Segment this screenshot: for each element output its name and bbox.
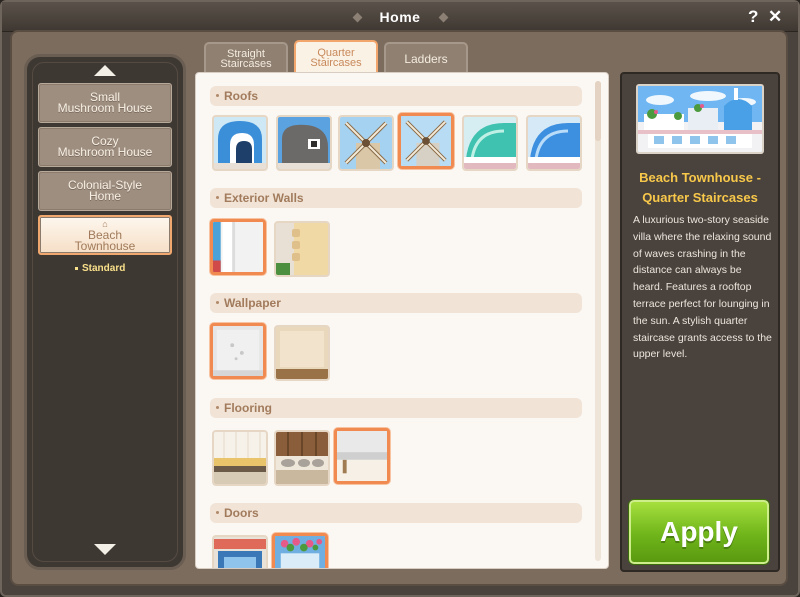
gray-dome-roof-icon: [278, 117, 330, 169]
scroll-down-arrow-icon[interactable]: [94, 544, 116, 555]
tab-label-line2: Staircases: [220, 58, 272, 70]
bullet-icon: [216, 511, 219, 514]
item-title-line1: Beach Townhouse -: [639, 170, 761, 185]
item-description: A luxurious two-story seaside villa wher…: [633, 214, 772, 361]
door-tile-1[interactable]: [212, 535, 268, 568]
bullet-icon: [75, 266, 78, 270]
scrollbar-thumb[interactable]: [595, 81, 601, 141]
roof-tile-2[interactable]: [276, 115, 332, 171]
exterior-wall-tile-1-selected[interactable]: [210, 219, 266, 275]
section-title: Roofs: [224, 89, 258, 103]
variant-label: Standard: [82, 263, 126, 274]
beach-townhouse-preview-icon: [638, 86, 762, 152]
bullet-icon: [216, 301, 219, 304]
wallpaper-tile-1-selected[interactable]: [210, 323, 266, 379]
title-bar[interactable]: Home ? ✕: [2, 2, 798, 32]
house-variant-standard[interactable]: Standard: [75, 263, 125, 274]
flooring-tile-3-selected[interactable]: [334, 428, 390, 484]
blue-dome-roof-icon: [214, 117, 266, 169]
windmill-roof-icon: [340, 117, 392, 169]
close-button[interactable]: ✕: [768, 7, 782, 27]
house-label-line2: Home: [88, 189, 121, 203]
roof-tile-1[interactable]: [212, 115, 268, 171]
white-wallpaper-icon: [213, 326, 263, 376]
house-label-line2: Townhouse: [74, 238, 136, 253]
item-list[interactable]: Roofs Exterior Walls Wallpaper Flooring …: [195, 72, 609, 569]
wood-white-floor-icon: [214, 432, 266, 484]
item-preview-image: [636, 84, 764, 154]
help-button[interactable]: ?: [748, 7, 758, 27]
tab-straight-staircases[interactable]: Straight Staircases: [204, 42, 288, 74]
flower-door-icon: [275, 536, 325, 568]
tab-label-line2: Staircases: [310, 57, 362, 69]
scroll-up-arrow-icon[interactable]: [94, 65, 116, 76]
blue-dome-roof-icon: [528, 117, 580, 169]
house-list-panel: Small Mushroom House Cozy Mushroom House C…: [24, 54, 186, 570]
exterior-wall-tile-2[interactable]: [274, 221, 330, 277]
tab-label: Ladders: [404, 52, 448, 66]
house-beach-townhouse[interactable]: ⌂ Beach Townhouse: [38, 215, 172, 255]
flooring-tile-1[interactable]: [212, 430, 268, 486]
roof-tile-6[interactable]: [526, 115, 582, 171]
bullet-icon: [216, 196, 219, 199]
house-label-line2: Mushroom House: [57, 101, 153, 115]
blue-door-icon: [214, 537, 266, 568]
item-title-line2: Quarter Staircases: [642, 190, 758, 205]
apply-button[interactable]: Apply: [629, 500, 769, 564]
tab-ladders[interactable]: Ladders: [384, 42, 468, 74]
roof-tile-3[interactable]: [338, 115, 394, 171]
flooring-tile-2[interactable]: [274, 430, 330, 486]
section-title: Exterior Walls: [224, 191, 304, 205]
white-wall-icon: [213, 222, 263, 272]
window-title: Home: [379, 9, 421, 25]
roof-tile-5[interactable]: [462, 115, 518, 171]
house-label-line2: Mushroom House: [57, 145, 153, 159]
windmill-roof-icon: [401, 116, 451, 166]
section-header-doors: Doors: [210, 503, 582, 523]
house-cozy-mushroom-house[interactable]: Cozy Mushroom House: [38, 127, 172, 167]
section-header-flooring: Flooring: [210, 398, 582, 418]
stone-floor-icon: [276, 432, 328, 484]
beige-wallpaper-icon: [276, 327, 328, 379]
white-floor-icon: [337, 431, 387, 481]
house-label-line1: ⌂ Beach: [50, 219, 160, 241]
tab-quarter-staircases[interactable]: Quarter Staircases: [294, 40, 378, 74]
section-header-wallpaper: Wallpaper: [210, 293, 582, 313]
house-colonial-style-home[interactable]: Colonial-Style Home: [38, 171, 172, 211]
wallpaper-tile-2[interactable]: [274, 325, 330, 381]
door-tile-2-selected[interactable]: [272, 533, 328, 568]
house-small-mushroom-house[interactable]: Small Mushroom House: [38, 83, 172, 123]
roof-tile-4-selected[interactable]: [398, 113, 454, 169]
teal-dome-roof-icon: [464, 117, 516, 169]
section-header-roofs: Roofs: [210, 86, 582, 106]
section-title: Wallpaper: [224, 296, 281, 310]
section-title: Flooring: [224, 401, 272, 415]
stone-wall-icon: [276, 223, 328, 275]
section-title: Doors: [224, 506, 259, 520]
bullet-icon: [216, 94, 219, 97]
item-title: Beach Townhouse - Quarter Staircases: [626, 168, 774, 208]
section-header-exterior-walls: Exterior Walls: [210, 188, 582, 208]
bullet-icon: [216, 406, 219, 409]
scrollbar[interactable]: [595, 81, 601, 561]
